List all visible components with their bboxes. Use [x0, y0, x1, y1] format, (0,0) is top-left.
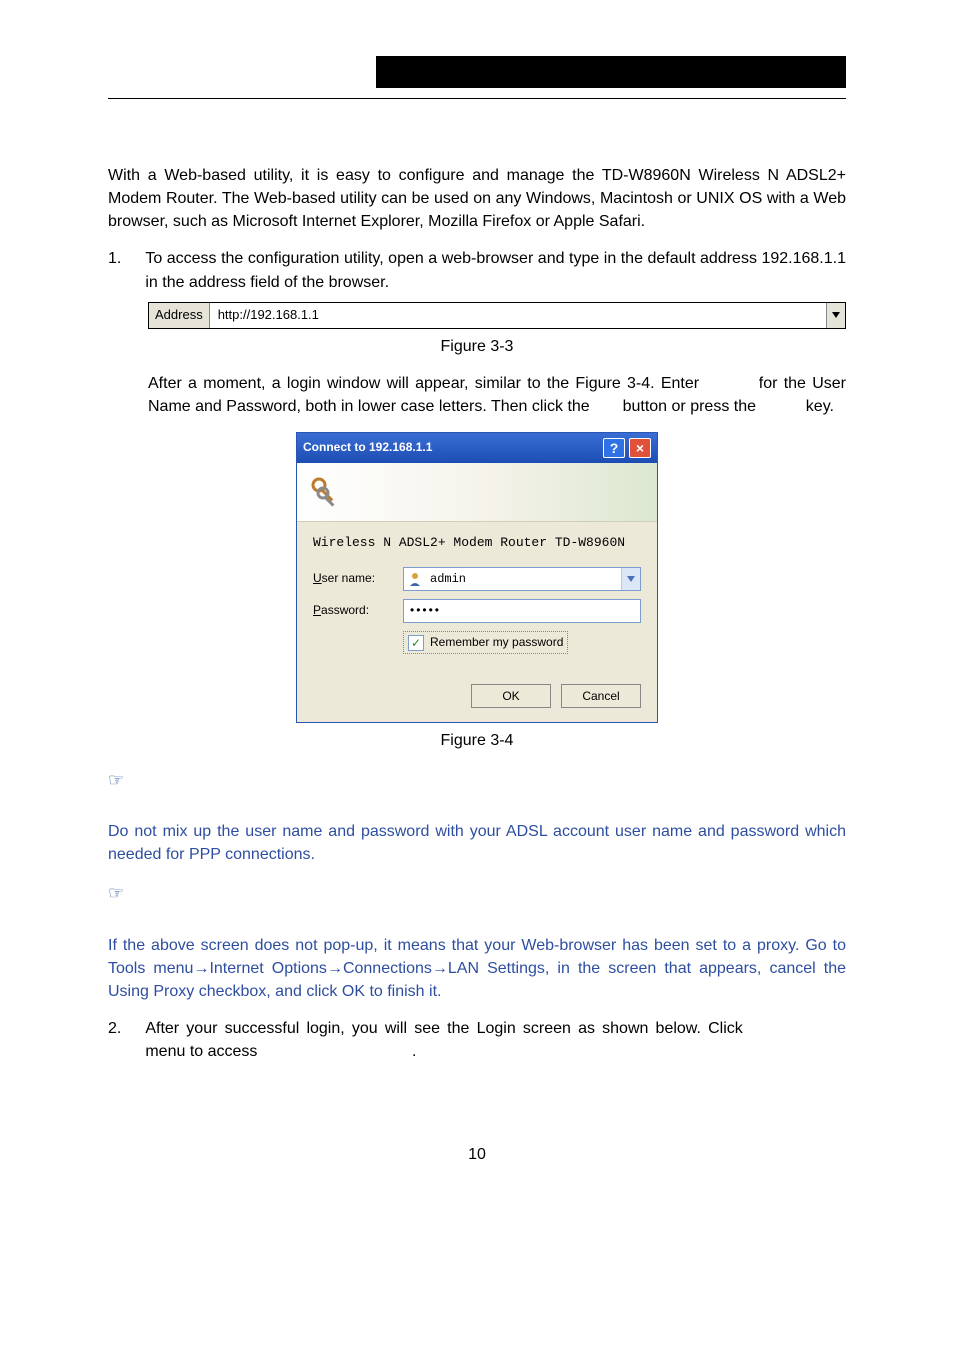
- remember-label: Remember my password: [430, 634, 563, 651]
- after-text-f: Enter: [760, 398, 801, 415]
- cancel-button[interactable]: Cancel: [561, 684, 641, 708]
- note-1-heading: Note:: [108, 796, 146, 813]
- after-text-b: admin: [705, 375, 752, 392]
- device-name: Wireless N ADSL2+ Modem Router TD-W8960N: [313, 534, 641, 553]
- user-icon: [404, 572, 426, 586]
- password-input[interactable]: [404, 600, 652, 620]
- pointer-icon: ☞: [108, 880, 846, 906]
- intro-paragraph: With a Web-based utility, it is easy to …: [108, 164, 846, 234]
- step2-b: Quick Setup: [750, 1020, 846, 1037]
- ok-button[interactable]: OK: [471, 684, 551, 708]
- username-combobox[interactable]: [403, 567, 641, 591]
- address-label-button[interactable]: Address: [149, 303, 210, 328]
- after-text-a: After a moment, a login window will appe…: [148, 375, 705, 392]
- keys-icon: [309, 475, 343, 509]
- password-label: Password:: [313, 602, 403, 619]
- username-row: User name:: [313, 567, 641, 591]
- note2-c: Connections: [343, 960, 432, 977]
- step2-e: .: [412, 1043, 416, 1060]
- after-text-d: OK: [594, 398, 618, 415]
- username-label: User name:: [313, 570, 403, 587]
- help-icon[interactable]: ?: [603, 438, 625, 458]
- after-text-g: key.: [801, 398, 834, 415]
- step-1-number: 1.: [108, 247, 121, 293]
- address-bar: Address http://192.168.1.1: [148, 302, 846, 329]
- step-2-number: 2.: [108, 1017, 121, 1063]
- username-input[interactable]: [426, 569, 621, 589]
- step-1: 1. To access the configuration utility, …: [108, 247, 846, 293]
- dialog-title: Connect to 192.168.1.1: [303, 439, 432, 456]
- page-number: 10: [108, 1143, 846, 1166]
- remember-checkbox[interactable]: ✓: [408, 635, 424, 651]
- address-dropdown-icon[interactable]: [826, 303, 845, 328]
- header-blackbox: [376, 56, 846, 88]
- after-login-paragraph: After a moment, a login window will appe…: [148, 372, 846, 418]
- header-bar: [108, 56, 846, 88]
- step2-d: Quick Setup Wizard: [262, 1043, 412, 1060]
- after-text-e: button or press the: [618, 398, 760, 415]
- chevron-down-icon[interactable]: [621, 568, 640, 590]
- arrow-icon: →: [193, 960, 209, 977]
- remember-password-row[interactable]: ✓ Remember my password: [403, 631, 568, 654]
- section-heading: 3.2 Login: [108, 111, 846, 146]
- step2-a: After your successful login, you will se…: [145, 1020, 750, 1037]
- figure-3-4-caption: Figure 3-4: [108, 729, 846, 752]
- pointer-icon: ☞: [108, 767, 846, 793]
- note-1-body: Do not mix up the user name and password…: [108, 820, 846, 866]
- arrow-icon: →: [327, 960, 343, 977]
- close-icon[interactable]: ×: [629, 438, 651, 458]
- figure-3-3-caption: Figure 3-3: [108, 335, 846, 358]
- note2-b: Internet Options: [209, 960, 326, 977]
- arrow-icon: →: [432, 960, 448, 977]
- header-rule: [108, 98, 846, 99]
- dialog-banner: [297, 463, 657, 522]
- password-row: Password:: [313, 599, 641, 623]
- dialog-titlebar: Connect to 192.168.1.1 ? ×: [297, 433, 657, 463]
- login-dialog: Connect to 192.168.1.1 ? × Wireless N AD…: [296, 432, 658, 723]
- step-2: 2. After your successful login, you will…: [108, 1017, 846, 1063]
- step-2-text: After your successful login, you will se…: [145, 1017, 846, 1063]
- address-field[interactable]: http://192.168.1.1: [210, 303, 826, 328]
- step2-c: menu to access: [145, 1043, 262, 1060]
- note-2-body: If the above screen does not pop-up, it …: [108, 934, 846, 1004]
- step-1-text: To access the configuration utility, ope…: [145, 247, 846, 293]
- password-box[interactable]: [403, 599, 641, 623]
- note-2-heading: Note:: [108, 909, 146, 926]
